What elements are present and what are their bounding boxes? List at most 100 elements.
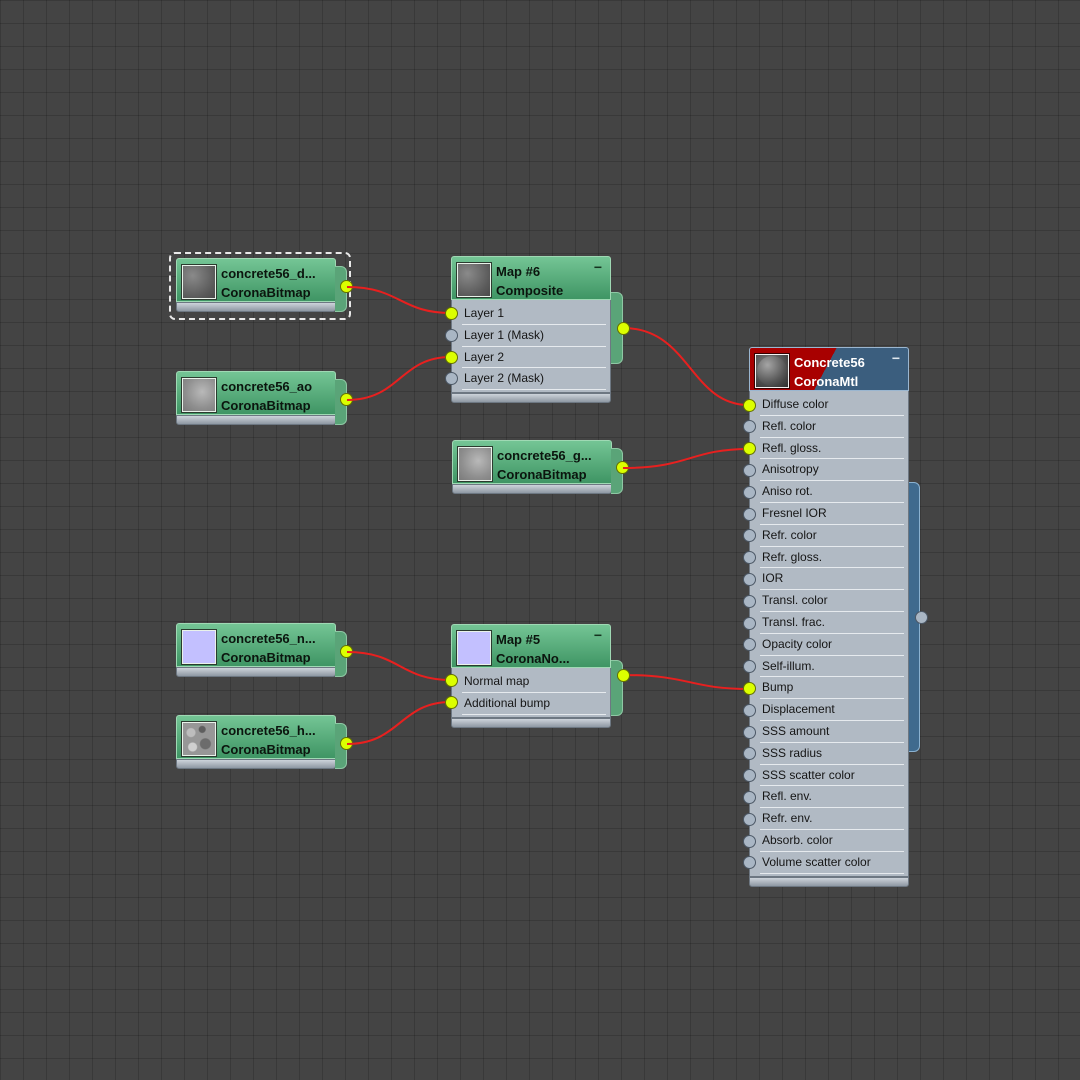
bitmap-node-ao[interactable]: concrete56_ao CoronaBitmap	[176, 371, 353, 425]
wire-ao-to-layer2[interactable]	[346, 356, 452, 401]
slot-item[interactable]: Absorb. color	[750, 830, 908, 852]
input-socket-layer-1-mask[interactable]	[445, 329, 458, 342]
input-socket-normal-map[interactable]	[445, 674, 458, 687]
slot-item[interactable]: Displacement	[750, 699, 908, 721]
slot-item[interactable]: SSS amount	[750, 721, 908, 743]
wire-composite-to-diffuse[interactable]	[622, 327, 750, 406]
input-socket-layer-1[interactable]	[445, 307, 458, 320]
slot-layer-1[interactable]: Layer 1	[452, 303, 610, 325]
slot-label: Refr. color	[762, 527, 817, 542]
material-node-concrete56[interactable]: Concrete56 CoronaMtl − Diffuse color Refl…	[749, 347, 909, 887]
node-header[interactable]: concrete56_n... CoronaBitmap	[176, 623, 336, 667]
slot-item[interactable]: Fresnel IOR	[750, 503, 908, 525]
bitmap-node-diffuse[interactable]: concrete56_d... CoronaBitmap	[176, 258, 353, 312]
output-socket-material[interactable]	[915, 611, 928, 624]
input-socket[interactable]	[743, 660, 756, 674]
slot-item[interactable]: Refl. env.	[750, 786, 908, 809]
node-footer	[176, 759, 336, 769]
slot-item[interactable]: Aniso rot.	[750, 481, 908, 503]
slot-item[interactable]: SSS scatter color	[750, 765, 908, 787]
wire-gloss-to-refl-gloss[interactable]	[622, 448, 750, 469]
input-socket[interactable]	[743, 463, 756, 477]
collapse-button[interactable]: −	[594, 259, 602, 275]
slot-label: Volume scatter color	[762, 854, 871, 869]
input-socket[interactable]	[743, 507, 756, 521]
input-socket[interactable]	[743, 485, 756, 499]
slot-item[interactable]: SSS radius	[750, 743, 908, 765]
input-socket[interactable]	[743, 594, 756, 608]
slot-item[interactable]: Self-illum.	[750, 656, 908, 678]
output-socket[interactable]	[616, 461, 629, 474]
slot-item[interactable]: Transl. frac.	[750, 612, 908, 634]
bitmap-node-gloss[interactable]: concrete56_g... CoronaBitmap	[452, 440, 629, 494]
node-header[interactable]: concrete56_ao CoronaBitmap	[176, 371, 336, 415]
input-socket[interactable]	[743, 616, 756, 630]
input-socket-additional-bump[interactable]	[445, 696, 458, 709]
slot-item[interactable]: Refl. gloss.	[750, 438, 908, 460]
output-socket[interactable]	[340, 280, 353, 293]
input-socket[interactable]	[743, 572, 756, 586]
slot-layer-2[interactable]: Layer 2	[452, 347, 610, 369]
input-socket-layer-2[interactable]	[445, 351, 458, 364]
collapse-button[interactable]: −	[594, 627, 602, 643]
slot-list: Normal map Additional bump	[451, 668, 611, 718]
dark-concrete-thumbnail-icon	[182, 265, 216, 299]
input-socket[interactable]	[743, 398, 756, 412]
input-socket[interactable]	[743, 551, 756, 565]
slot-label: Refr. env.	[762, 811, 813, 826]
slot-item[interactable]: Opacity color	[750, 634, 908, 656]
slot-label: Layer 2 (Mask)	[464, 371, 545, 386]
slot-item[interactable]: Anisotropy	[750, 459, 908, 482]
slot-label: Transl. frac.	[762, 614, 825, 629]
node-header[interactable]: concrete56_h... CoronaBitmap	[176, 715, 336, 759]
corona-normal-map-node[interactable]: Map #5 CoronaNo... − Normal map Addition…	[451, 624, 623, 728]
slot-item[interactable]: Refl. color	[750, 416, 908, 438]
output-socket-normal[interactable]	[617, 669, 630, 682]
node-header[interactable]: concrete56_d... CoronaBitmap	[176, 258, 336, 302]
slot-item[interactable]: Diffuse color	[750, 394, 908, 416]
slot-item[interactable]: Refr. color	[750, 525, 908, 547]
bitmap-node-normal[interactable]: concrete56_n... CoronaBitmap	[176, 623, 353, 677]
bitmap-node-height[interactable]: concrete56_h... CoronaBitmap	[176, 715, 353, 769]
slot-layer-1-mask[interactable]: Layer 1 (Mask)	[452, 325, 610, 347]
slot-item[interactable]: IOR	[750, 568, 908, 591]
input-socket[interactable]	[743, 812, 756, 826]
slot-item[interactable]: Bump	[750, 677, 908, 700]
input-socket[interactable]	[743, 703, 756, 717]
output-socket[interactable]	[340, 645, 353, 658]
output-socket-composite[interactable]	[617, 322, 630, 335]
slot-label: SSS scatter color	[762, 767, 855, 782]
node-footer	[176, 302, 336, 312]
node-editor-canvas[interactable]: concrete56_d... CoronaBitmap concrete56_…	[0, 0, 1080, 1080]
node-header[interactable]: concrete56_g... CoronaBitmap	[452, 440, 612, 484]
slot-normal-map[interactable]: Normal map	[452, 671, 610, 693]
wire-height-to-additional-bump[interactable]	[346, 701, 452, 745]
input-socket[interactable]	[743, 769, 756, 783]
divider	[760, 872, 904, 874]
node-header[interactable]: Concrete56 CoronaMtl −	[749, 347, 909, 391]
node-header[interactable]: Map #5 CoronaNo... −	[451, 624, 611, 668]
collapse-button[interactable]: −	[892, 350, 900, 366]
wire-diffuse-to-layer1[interactable]	[346, 286, 452, 314]
slot-additional-bump[interactable]: Additional bump	[452, 693, 610, 715]
composite-map-node[interactable]: Map #6 Composite − Layer 1 Layer 1 (Mask…	[451, 256, 623, 404]
slot-label: Refl. env.	[762, 789, 812, 804]
input-socket[interactable]	[743, 790, 756, 804]
input-socket[interactable]	[743, 725, 756, 739]
normal-map-thumbnail-icon	[182, 630, 216, 664]
slot-item[interactable]: Volume scatter color	[750, 852, 908, 874]
slot-layer-2-mask[interactable]: Layer 2 (Mask)	[452, 368, 610, 391]
output-socket[interactable]	[340, 737, 353, 750]
output-socket[interactable]	[340, 393, 353, 406]
input-socket[interactable]	[743, 834, 756, 848]
input-socket[interactable]	[743, 442, 756, 456]
slot-item[interactable]: Transl. color	[750, 590, 908, 612]
node-title: concrete56_g... CoronaBitmap	[497, 446, 603, 484]
slot-item[interactable]: Refr. gloss.	[750, 547, 908, 569]
wire-normal-node-to-bump[interactable]	[622, 674, 750, 690]
input-socket[interactable]	[743, 681, 756, 695]
slot-item[interactable]: Refr. env.	[750, 808, 908, 830]
wire-normal-to-normal-map[interactable]	[346, 651, 452, 681]
node-header[interactable]: Map #6 Composite −	[451, 256, 611, 300]
input-socket-layer-2-mask[interactable]	[445, 372, 458, 385]
